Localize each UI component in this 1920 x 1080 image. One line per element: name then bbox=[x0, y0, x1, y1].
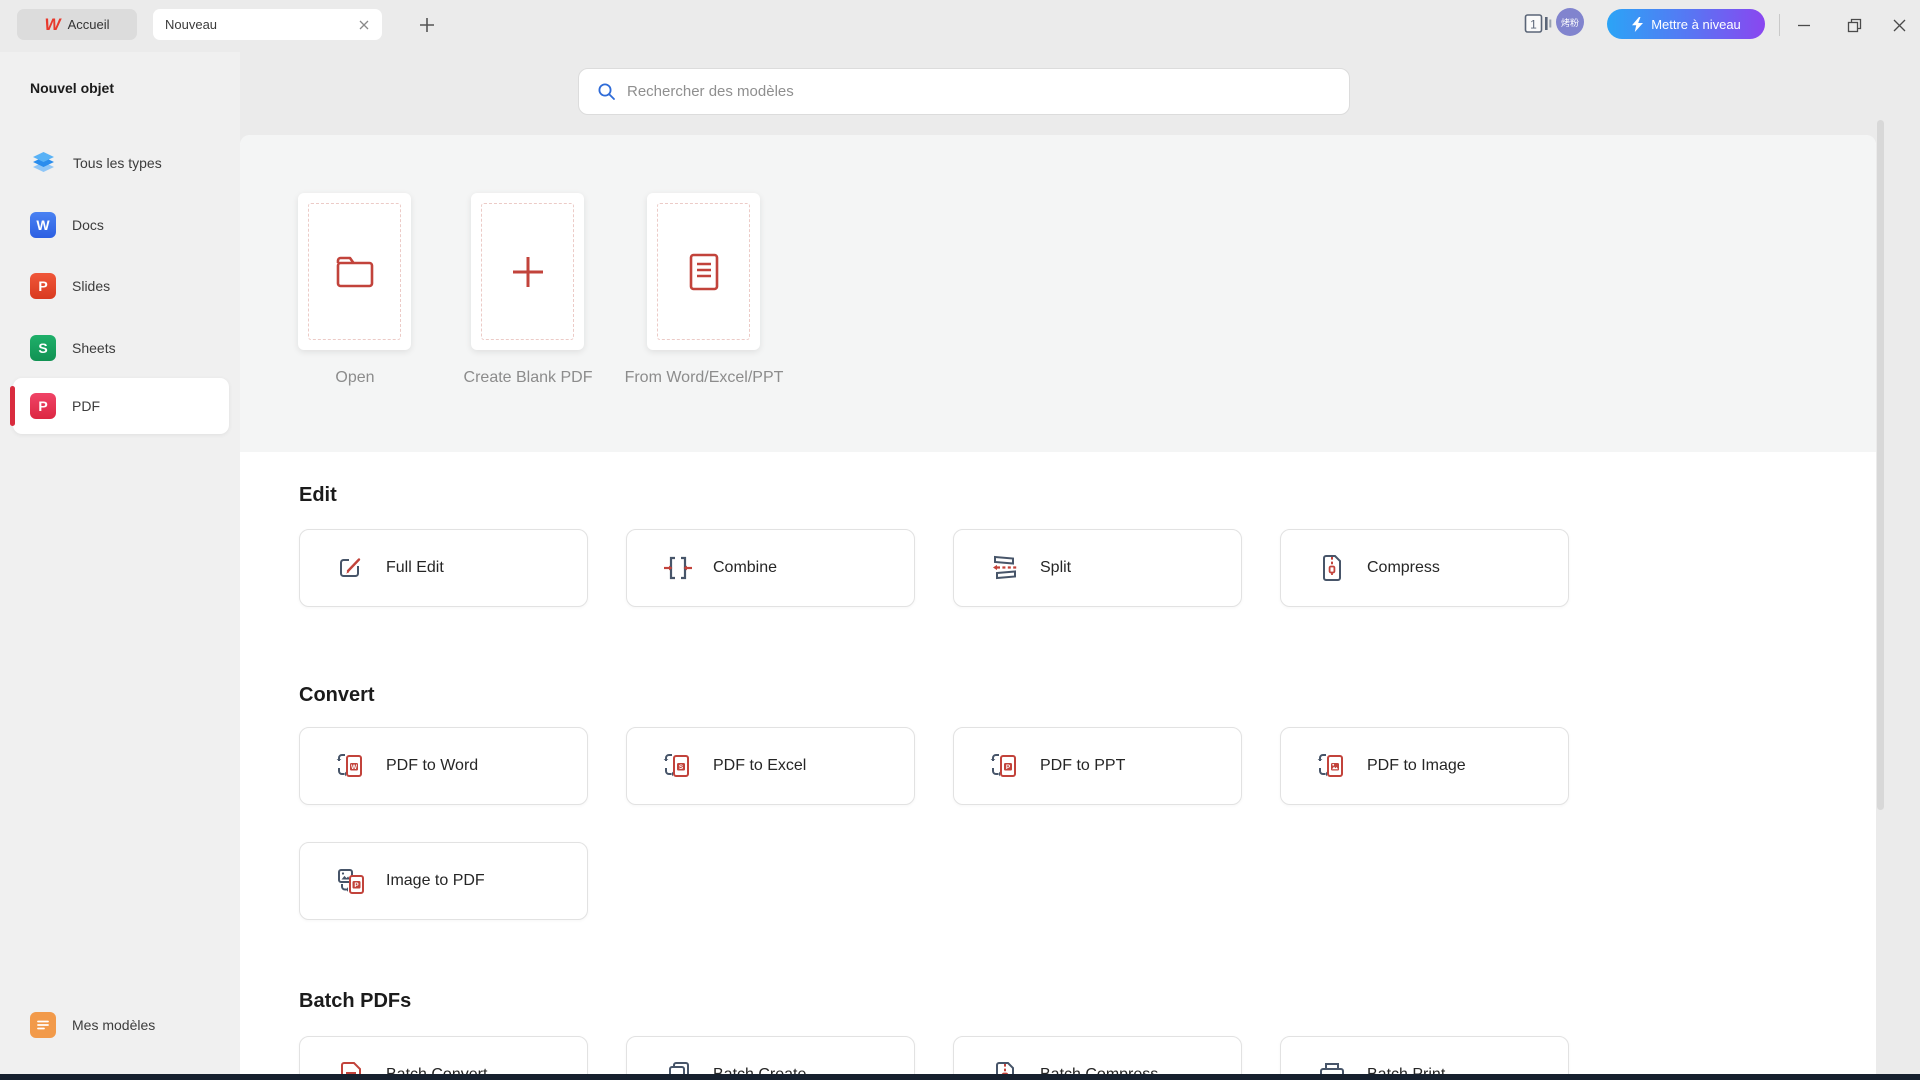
sidebar-item-label: Tous les types bbox=[73, 155, 162, 171]
main-panel: Open Create Blank PDF From Word/Excel/PP… bbox=[240, 135, 1876, 1080]
combine-button[interactable]: Combine bbox=[626, 529, 915, 607]
create-blank-pdf-card[interactable] bbox=[471, 193, 584, 350]
sidebar-item-sheets[interactable]: S Sheets bbox=[0, 328, 240, 368]
sidebar-item-all-types[interactable]: Tous les types bbox=[0, 143, 240, 183]
tool-button-label: PDF to PPT bbox=[1040, 757, 1125, 775]
scrollbar-thumb[interactable] bbox=[1877, 120, 1884, 810]
avatar[interactable]: 烤粉 bbox=[1556, 8, 1584, 36]
sidebar-item-slides[interactable]: P Slides bbox=[0, 266, 240, 306]
restore-button[interactable] bbox=[1839, 10, 1869, 40]
plus-icon bbox=[509, 253, 547, 291]
sidebar-item-label: Mes modèles bbox=[72, 1017, 155, 1033]
split-icon bbox=[990, 553, 1020, 583]
section-title-convert: Convert bbox=[299, 684, 375, 707]
tool-button-label: PDF to Excel bbox=[713, 757, 806, 775]
titlebar-divider bbox=[1779, 14, 1780, 36]
tool-button-label: Image to PDF bbox=[386, 872, 485, 890]
tool-button-label: PDF to Image bbox=[1367, 757, 1466, 775]
restore-icon bbox=[1846, 17, 1863, 34]
image-to-pdf-button[interactable]: P Image to PDF bbox=[299, 842, 588, 920]
open-card[interactable] bbox=[298, 193, 411, 350]
compress-icon bbox=[1317, 553, 1347, 583]
close-button[interactable] bbox=[1884, 10, 1914, 40]
svg-text:S: S bbox=[679, 764, 684, 771]
svg-text:W: W bbox=[351, 764, 358, 771]
window-count-button[interactable]: 1 bbox=[1524, 12, 1554, 36]
card-label: Open bbox=[270, 364, 440, 391]
tab-document-label: Nouveau bbox=[165, 17, 358, 32]
sidebar-item-label: Sheets bbox=[72, 340, 116, 356]
pdf-p-icon: P bbox=[30, 393, 56, 419]
lightning-icon bbox=[1631, 17, 1644, 32]
sidebar-item-my-templates[interactable]: Mes modèles bbox=[0, 1005, 240, 1045]
full-edit-button[interactable]: Full Edit bbox=[299, 529, 588, 607]
tool-button-label: Full Edit bbox=[386, 559, 444, 577]
search-input[interactable] bbox=[627, 83, 1331, 100]
docs-w-icon: W bbox=[30, 212, 56, 238]
pdf-to-excel-button[interactable]: S PDF to Excel bbox=[626, 727, 915, 805]
tool-button-label: Split bbox=[1040, 559, 1071, 577]
pdf-to-excel-icon: S bbox=[663, 751, 693, 781]
section-title-batch-pdfs: Batch PDFs bbox=[299, 990, 411, 1013]
document-icon bbox=[688, 253, 720, 291]
pdf-to-word-icon: W bbox=[336, 751, 366, 781]
pdf-to-ppt-button[interactable]: P PDF to PPT bbox=[953, 727, 1242, 805]
tool-button-label: Combine bbox=[713, 559, 777, 577]
new-tab-button[interactable] bbox=[415, 13, 439, 37]
sidebar-item-label: Docs bbox=[72, 217, 104, 233]
card-label: From Word/Excel/PPT bbox=[619, 364, 789, 391]
combine-icon bbox=[663, 553, 693, 583]
wps-logo: W bbox=[45, 16, 61, 33]
svg-text:P: P bbox=[1006, 764, 1011, 771]
pdf-to-ppt-icon: P bbox=[990, 751, 1020, 781]
search-icon bbox=[597, 82, 616, 101]
close-icon bbox=[1892, 18, 1907, 33]
tool-button-label: Compress bbox=[1367, 559, 1440, 577]
tab-home-label: Accueil bbox=[68, 17, 110, 32]
search-bar[interactable] bbox=[578, 68, 1350, 115]
svg-text:P: P bbox=[354, 882, 359, 889]
sidebar-item-pdf[interactable]: P PDF bbox=[13, 386, 253, 426]
pdf-to-image-icon bbox=[1317, 751, 1347, 781]
upgrade-label: Mettre à niveau bbox=[1651, 17, 1741, 32]
tab-document[interactable]: Nouveau bbox=[153, 9, 382, 40]
window-count-icon: 1 bbox=[1524, 12, 1554, 36]
tab-bar: W Accueil Nouveau 1 烤粉 Mettre à niveau bbox=[0, 0, 1920, 52]
folder-icon bbox=[335, 255, 375, 289]
new-tab-plus-icon bbox=[419, 17, 435, 33]
card-label: Create Blank PDF bbox=[443, 364, 613, 391]
sidebar-item-pdf-active[interactable]: P PDF bbox=[13, 378, 229, 434]
compress-button[interactable]: Compress bbox=[1280, 529, 1569, 607]
pdf-to-image-button[interactable]: PDF to Image bbox=[1280, 727, 1569, 805]
pdf-to-word-button[interactable]: W PDF to Word bbox=[299, 727, 588, 805]
taskbar-edge bbox=[0, 1074, 1920, 1080]
my-templates-icon bbox=[30, 1012, 56, 1038]
sidebar-item-docs[interactable]: W Docs bbox=[0, 205, 240, 245]
sidebar-item-label: PDF bbox=[72, 398, 100, 414]
image-to-pdf-icon: P bbox=[336, 866, 366, 896]
tab-home[interactable]: W Accueil bbox=[17, 9, 137, 40]
svg-text:1: 1 bbox=[1530, 18, 1537, 32]
avatar-text: 烤粉 bbox=[1561, 16, 1579, 29]
split-button[interactable]: Split bbox=[953, 529, 1242, 607]
section-title-edit: Edit bbox=[299, 484, 337, 507]
slides-p-icon: P bbox=[30, 273, 56, 299]
minimize-icon bbox=[1796, 17, 1812, 33]
tool-button-label: PDF to Word bbox=[386, 757, 478, 775]
from-word-excel-ppt-card[interactable] bbox=[647, 193, 760, 350]
sidebar-item-label: Slides bbox=[72, 278, 110, 294]
upgrade-button[interactable]: Mettre à niveau bbox=[1607, 9, 1765, 39]
sidebar: Nouvel objet Tous les types W Docs P Sli… bbox=[0, 52, 240, 1074]
minimize-button[interactable] bbox=[1789, 10, 1819, 40]
sheets-s-icon: S bbox=[30, 335, 56, 361]
layers-icon bbox=[30, 150, 57, 177]
tab-close-icon[interactable] bbox=[358, 19, 370, 31]
sidebar-heading: Nouvel objet bbox=[30, 80, 114, 96]
full-edit-icon bbox=[336, 553, 366, 583]
